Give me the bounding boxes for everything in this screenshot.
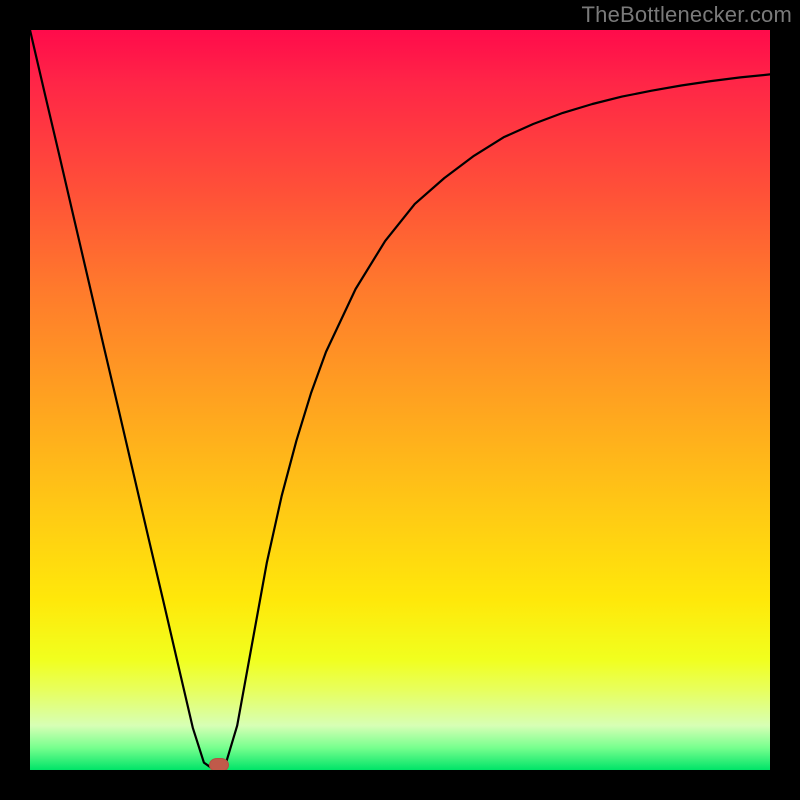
curve-path xyxy=(30,30,770,768)
plot-area xyxy=(30,30,770,770)
bottleneck-curve xyxy=(30,30,770,770)
watermark-text: TheBottlenecker.com xyxy=(582,2,792,28)
minimum-marker xyxy=(209,758,229,770)
chart-frame: TheBottlenecker.com xyxy=(0,0,800,800)
